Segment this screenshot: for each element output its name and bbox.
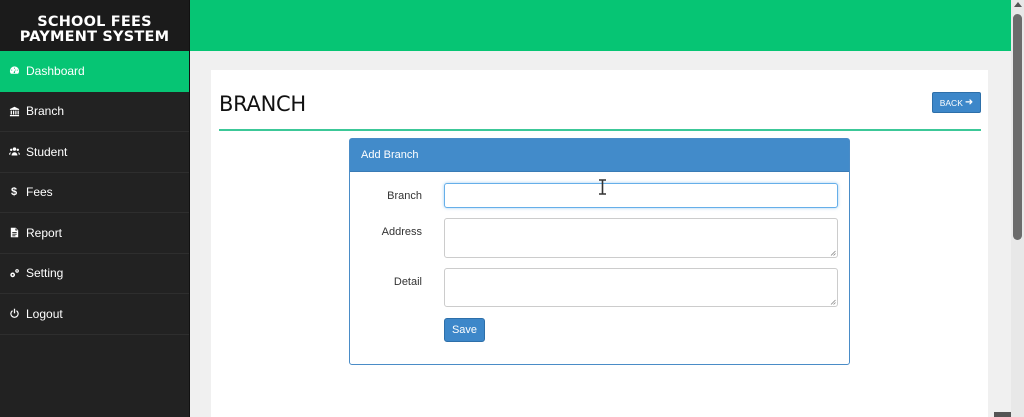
horizontal-scroll-thumb[interactable] (994, 412, 1011, 417)
dollar-icon: $ (10, 186, 18, 199)
sidebar-item-label: Branch (26, 104, 65, 119)
app-title: SCHOOL FEES PAYMENT SYSTEM (0, 0, 189, 51)
title-divider (219, 129, 981, 131)
sidebar-item-student[interactable]: Student (0, 132, 189, 173)
detail-textarea[interactable] (444, 268, 838, 307)
detail-label: Detail (393, 276, 422, 288)
page-title: BRANCH (219, 92, 306, 116)
users-icon (8, 146, 20, 158)
app-title-line2: PAYMENT SYSTEM (19, 29, 170, 45)
address-textarea[interactable] (444, 218, 838, 258)
sidebar-item-label: Student (26, 144, 68, 159)
card-header: Add Branch (350, 139, 849, 172)
sidebar-item-label: Fees (26, 185, 53, 200)
sidebar-item-report[interactable]: Report (0, 213, 189, 254)
power-icon (8, 308, 20, 320)
sidebar-item-setting[interactable]: Setting (0, 254, 189, 294)
sidebar-item-logout[interactable]: Logout (0, 294, 189, 335)
scroll-up-arrow-icon[interactable] (1014, 2, 1022, 7)
gears-icon (8, 267, 20, 279)
sidebar-item-label: Report (26, 225, 63, 240)
document-icon (8, 227, 20, 239)
sidebar: SCHOOL FEES PAYMENT SYSTEM Dashboard Bra… (0, 0, 190, 417)
save-button[interactable]: Save (444, 318, 485, 342)
dashboard-icon (8, 65, 20, 77)
resize-grip-icon[interactable] (830, 250, 836, 256)
sidebar-item-branch[interactable]: Branch (0, 92, 189, 132)
back-button[interactable]: BACK ➜ (932, 92, 981, 113)
sidebar-item-label: Logout (26, 306, 63, 321)
sidebar-item-dashboard[interactable]: Dashboard (0, 51, 189, 92)
text-cursor-icon (599, 179, 606, 195)
resize-grip-icon[interactable] (830, 299, 836, 305)
branch-input[interactable] (444, 183, 838, 208)
arrow-right-icon: ➜ (964, 97, 974, 108)
branch-label: Branch (387, 190, 422, 202)
sidebar-item-label: Setting (26, 266, 64, 281)
scrollbar-thumb[interactable] (1013, 14, 1022, 240)
sidebar-item-fees[interactable]: $ Fees (0, 173, 189, 213)
back-button-label: BACK (939, 97, 963, 108)
address-label: Address (381, 226, 422, 238)
top-bar (190, 0, 1011, 51)
sidebar-item-label: Dashboard (26, 63, 85, 78)
scrollbar[interactable] (1011, 0, 1024, 417)
app-title-line1: SCHOOL FEES (37, 14, 152, 30)
bank-icon (8, 105, 20, 117)
